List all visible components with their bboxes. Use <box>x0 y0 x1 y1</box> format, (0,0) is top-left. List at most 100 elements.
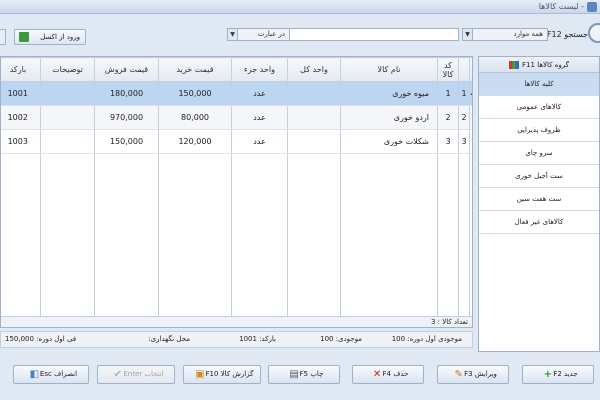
edit-button[interactable]: ویرایش F3✎ <box>437 365 509 384</box>
col-buy-price[interactable]: قیمت خرید <box>158 57 232 82</box>
col-indicator <box>469 57 472 82</box>
row-indicator <box>469 129 472 154</box>
print-button-label: چاپ F5 <box>299 370 324 378</box>
select-button[interactable]: انتخاب Enter✔ <box>97 365 175 384</box>
table-row[interactable]: 1001 180,000 150,000 عدد میوه خوری 1 1 ◂ <box>1 81 472 106</box>
product-groups-title: گروه کالاها F11 <box>522 61 569 69</box>
import-excel-button[interactable]: ورود از اکسل <box>14 29 86 45</box>
cell-barcode: 1003 <box>1 129 41 154</box>
toolbar-extra-button[interactable] <box>0 29 6 45</box>
cell-row-number: 1 <box>458 81 470 106</box>
cell-sell-price: 150,000 <box>94 129 159 154</box>
search-field-combo[interactable]: همه موارد ▼ <box>462 28 548 41</box>
cell-product-name: اردو خوری <box>340 105 438 130</box>
window-title: - لیست کالاها <box>538 2 584 11</box>
products-grid: بارکد توضیحات قیمت فروش قیمت خرید واحد ج… <box>0 56 473 328</box>
cell-buy-price: 150,000 <box>158 81 232 106</box>
col-row-number <box>458 57 470 82</box>
cell-row-number: 3 <box>458 129 470 154</box>
title-bar: - لیست کالاها <box>0 0 600 14</box>
info-location: محل نگهداری: <box>148 335 190 343</box>
group-item-haft-sin[interactable]: ست هفت سین <box>479 188 599 211</box>
search-mode-combo[interactable]: در عبارت ▼ <box>227 28 290 41</box>
app-icon <box>587 2 597 12</box>
new-button[interactable]: جدید F2+ <box>522 365 594 384</box>
row-indicator <box>469 105 472 130</box>
groups-grid-icon <box>509 61 520 69</box>
cell-barcode: 1002 <box>1 105 41 130</box>
cell-product-code: 2 <box>437 105 459 130</box>
col-barcode[interactable]: بارکد <box>1 57 41 82</box>
cell-product-name: میوه خوری <box>340 81 438 106</box>
info-stock-start: موجودی اول دوره: 100 <box>391 335 462 343</box>
delete-button[interactable]: حذف F4✕ <box>352 365 424 384</box>
col-sell-price[interactable]: قیمت فروش <box>94 57 159 82</box>
close-icon: ✕ <box>372 368 382 380</box>
product-groups-panel: گروه کالاها F11 کلیه کالاها کالاهای عموم… <box>478 56 600 352</box>
printer-icon: ▤ <box>289 368 299 380</box>
cell-description <box>40 129 95 154</box>
edit-button-label: ویرایش F3 <box>464 370 497 378</box>
cell-row-number: 2 <box>458 105 470 130</box>
cell-barcode: 1001 <box>1 81 41 106</box>
info-barcode: بارکد: 1001 <box>239 335 276 343</box>
action-bar: جدید F2+ ویرایش F3✎ حذف F4✕ چاپ F5▤ گزار… <box>0 360 600 392</box>
pencil-icon: ✎ <box>454 368 463 380</box>
grid-empty-area <box>1 153 472 327</box>
product-info-strip: موجودی اول دوره: 100 موجودی: 100 بارکد: … <box>0 331 473 348</box>
cell-product-name: شکلات خوری <box>340 129 438 154</box>
col-unit-part[interactable]: واحد جزء <box>231 57 288 82</box>
table-row[interactable]: 1003 150,000 120,000 عدد شکلات خوری 3 3 <box>1 129 472 154</box>
info-stock: موجودی: 100 <box>320 335 362 343</box>
cancel-button[interactable]: انصراف Esc◧ <box>13 365 89 384</box>
cell-unit-total <box>287 81 341 106</box>
grid-footer: تعداد کالا : 3 <box>1 316 472 327</box>
chevron-down-icon[interactable]: ▼ <box>228 29 238 40</box>
check-icon: ✔ <box>113 368 123 380</box>
cell-sell-price: 970,000 <box>94 105 159 130</box>
select-button-label: انتخاب Enter <box>123 370 164 378</box>
search-field-value: همه موارد <box>513 30 543 38</box>
import-excel-label: ورود از اکسل <box>40 33 80 41</box>
chevron-down-icon[interactable]: ▼ <box>463 29 473 40</box>
col-description[interactable]: توضیحات <box>40 57 95 82</box>
row-indicator-icon: ◂ <box>469 81 472 106</box>
cancel-icon: ◧ <box>29 368 40 380</box>
cell-description <box>40 105 95 130</box>
delete-button-label: حذف F4 <box>382 370 409 378</box>
report-button[interactable]: گزارش کالا F10▣ <box>183 365 261 384</box>
plus-icon: + <box>543 368 553 380</box>
cancel-button-label: انصراف Esc <box>39 370 78 378</box>
group-item-nut-set[interactable]: ست آجیل خوری <box>479 165 599 188</box>
search-mode-value: در عبارت <box>257 30 285 38</box>
print-button[interactable]: چاپ F5▤ <box>268 365 340 384</box>
cell-unit-part: عدد <box>231 129 288 154</box>
group-item-general[interactable]: کالاهای عمومی <box>479 96 599 119</box>
table-row[interactable]: 1002 970,000 80,000 عدد اردو خوری 2 2 <box>1 105 472 130</box>
cell-sell-price: 180,000 <box>94 81 159 106</box>
cell-product-code: 1 <box>437 81 459 106</box>
cell-unit-total <box>287 105 341 130</box>
cell-unit-part: عدد <box>231 81 288 106</box>
col-product-name[interactable]: نام کالا <box>340 57 438 82</box>
col-product-code[interactable]: کد کالا <box>437 57 459 82</box>
cell-buy-price: 120,000 <box>158 129 232 154</box>
search-icon[interactable] <box>588 23 600 43</box>
search-label: جستجو F12 <box>546 30 588 39</box>
info-price-start: فی اول دوره: 150,000 <box>5 335 77 343</box>
product-count: تعداد کالا : 3 <box>430 318 468 326</box>
cell-description <box>40 81 95 106</box>
cell-unit-total <box>287 129 341 154</box>
group-item-all[interactable]: کلیه کالاها <box>479 73 599 96</box>
col-unit-total[interactable]: واحد کل <box>287 57 341 82</box>
grid-header-row: بارکد توضیحات قیمت فروش قیمت خرید واحد ج… <box>1 57 472 82</box>
report-button-label: گزارش کالا F10 <box>205 370 254 378</box>
group-item-tea-serving[interactable]: سرو چای <box>479 142 599 165</box>
group-item-serving-dishes[interactable]: ظروف پذیرایی <box>479 119 599 142</box>
product-groups-header[interactable]: گروه کالاها F11 <box>479 57 599 73</box>
cell-buy-price: 80,000 <box>158 105 232 130</box>
excel-icon <box>19 32 29 42</box>
cell-unit-part: عدد <box>231 105 288 130</box>
group-item-inactive[interactable]: کالاهای غیر فعال <box>479 211 599 234</box>
new-button-label: جدید F2 <box>553 370 578 378</box>
